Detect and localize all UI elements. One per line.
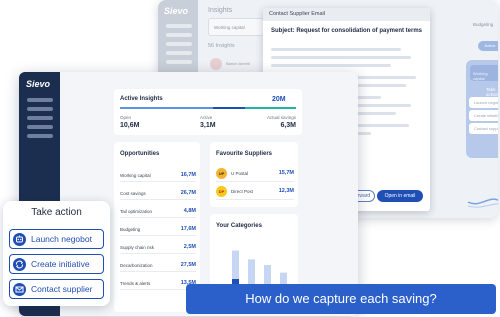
back-nav-item[interactable] bbox=[166, 60, 192, 64]
opportunity-value: 16,7M bbox=[180, 172, 196, 178]
back-budgeting-label: Budgeting bbox=[473, 22, 494, 27]
supplier-logo: UP bbox=[216, 168, 227, 179]
sievo-logo[interactable]: Sievo bbox=[26, 79, 50, 89]
back-nav-item[interactable] bbox=[166, 24, 192, 28]
opportunity-name: Working capital bbox=[120, 173, 151, 178]
back-nav-item[interactable] bbox=[166, 33, 192, 37]
actual-savings-progress-segment bbox=[245, 107, 296, 109]
modal-header: Contact Supplier Email bbox=[263, 8, 430, 21]
sidebar-nav-item[interactable] bbox=[27, 107, 53, 111]
opportunity-row[interactable]: Budgeting 17,6M bbox=[120, 222, 196, 236]
sidebar-nav-item[interactable] bbox=[27, 98, 53, 102]
opportunity-name: Budgeting bbox=[120, 227, 141, 232]
open-value: 10,6M bbox=[120, 122, 140, 129]
back-tab-active[interactable]: Active bbox=[478, 41, 498, 51]
open-in-email-button[interactable]: Open in email bbox=[377, 190, 423, 202]
category-bar-segment bbox=[248, 259, 255, 285]
active-label: Active bbox=[200, 115, 213, 120]
active-progress-segment bbox=[213, 107, 245, 109]
your-categories-title: Your Categories bbox=[216, 223, 262, 229]
opportunity-name: Tail optimization bbox=[120, 209, 153, 214]
negobot-icon bbox=[13, 233, 26, 246]
back-nav-item[interactable] bbox=[166, 51, 192, 55]
launch-negobot-label: Launch negobot bbox=[31, 234, 92, 244]
back-trend-chart bbox=[467, 198, 498, 208]
email-subject: Subject: Request for consolidation of pa… bbox=[271, 28, 423, 34]
opportunity-value: 4,8M bbox=[183, 208, 196, 214]
contact-supplier-button[interactable]: Contact supplier bbox=[9, 279, 104, 299]
supplier-row[interactable]: UP U Postal 15,7M bbox=[216, 166, 294, 182]
supplier-logo: DP bbox=[216, 186, 227, 197]
email-body-line bbox=[271, 56, 411, 59]
active-value: 3,1M bbox=[200, 122, 216, 129]
opportunity-name: Trends & alerts bbox=[120, 281, 151, 286]
create-initiative-button[interactable]: Create initiative bbox=[9, 254, 104, 274]
actual-savings-label: Actual savings bbox=[266, 115, 296, 120]
back-action-contact-supplier[interactable]: Contact supplier bbox=[469, 123, 498, 134]
supplier-row[interactable]: DP Direct Post 12,3M bbox=[216, 184, 294, 200]
opportunity-row[interactable]: Tail optimization 4,8M bbox=[120, 204, 196, 218]
opportunity-row[interactable]: Trends & alerts 13,5M bbox=[120, 276, 196, 290]
favourite-suppliers-title: Favourite Suppliers bbox=[216, 151, 273, 157]
back-logo: Sievo bbox=[164, 6, 189, 16]
opportunity-row[interactable]: Supply chain risk 2,5M bbox=[120, 240, 196, 254]
banner-text: How do we capture each saving? bbox=[245, 291, 437, 306]
question-banner: How do we capture each saving? bbox=[186, 284, 496, 314]
active-insights-card[interactable]: Active Insights 20M Open 10,6M Active 3,… bbox=[114, 89, 302, 135]
active-insights-title: Active Insights bbox=[120, 96, 163, 102]
open-label: Open bbox=[120, 115, 132, 120]
opportunity-row[interactable]: Working capital 16,7M bbox=[120, 168, 196, 182]
avatar-caption: Barion Ametti bbox=[226, 61, 250, 66]
take-action-panel: Take action Launch negobot Create initia… bbox=[3, 201, 110, 306]
opportunity-value: 2,5M bbox=[183, 244, 196, 250]
email-body-line bbox=[271, 48, 401, 51]
open-progress-segment bbox=[120, 107, 213, 109]
back-action-launch-negobot[interactable]: Launch negobot bbox=[469, 97, 498, 108]
opportunity-value: 27,5M bbox=[180, 262, 196, 268]
take-action-title: Take action bbox=[31, 207, 82, 218]
back-insights-count: 56 Insights bbox=[208, 43, 235, 49]
opportunity-value: 26,7M bbox=[180, 190, 196, 196]
category-bar-segment bbox=[232, 250, 239, 279]
back-action-create-initiative[interactable]: Create initiative bbox=[469, 110, 498, 121]
back-take-action-label: Take action bbox=[486, 87, 498, 97]
sidebar-nav-item[interactable] bbox=[27, 134, 53, 138]
opportunity-name: Supply chain risk bbox=[120, 245, 155, 250]
active-insights-total: 20M bbox=[272, 96, 286, 103]
favourite-suppliers-card: Favourite Suppliers UP U Postal 15,7M DP… bbox=[210, 142, 298, 207]
opportunity-value: 17,6M bbox=[180, 226, 196, 232]
actual-savings-value: 6,3M bbox=[280, 122, 296, 129]
opportunity-row[interactable]: Decarbonization 27,5M bbox=[120, 258, 196, 272]
back-nav-item[interactable] bbox=[166, 42, 192, 46]
email-body-line bbox=[271, 64, 391, 67]
initiative-icon bbox=[13, 258, 26, 271]
avatar bbox=[210, 58, 222, 70]
create-initiative-label: Create initiative bbox=[31, 259, 90, 269]
mail-icon bbox=[13, 283, 26, 296]
launch-negobot-button[interactable]: Launch negobot bbox=[9, 229, 104, 249]
supplier-value: 15,7M bbox=[278, 170, 294, 176]
sidebar-nav-item[interactable] bbox=[27, 116, 53, 120]
opportunity-row[interactable]: Cost savings 26,7M bbox=[120, 186, 196, 200]
back-working-capital-chip[interactable]: Working capital bbox=[208, 18, 264, 36]
contact-supplier-label: Contact supplier bbox=[31, 284, 93, 294]
opportunity-name: Decarbonization bbox=[120, 263, 153, 268]
opportunity-name: Cost savings bbox=[120, 191, 146, 196]
supplier-name: Direct Post bbox=[231, 189, 254, 194]
supplier-name: U Postal bbox=[231, 171, 249, 176]
sidebar-nav-item[interactable] bbox=[27, 125, 53, 129]
opportunities-title: Opportunities bbox=[120, 151, 160, 157]
back-chip-label: Working capital bbox=[473, 71, 488, 81]
supplier-value: 12,3M bbox=[278, 188, 294, 194]
back-page-title: Insights bbox=[208, 7, 233, 14]
